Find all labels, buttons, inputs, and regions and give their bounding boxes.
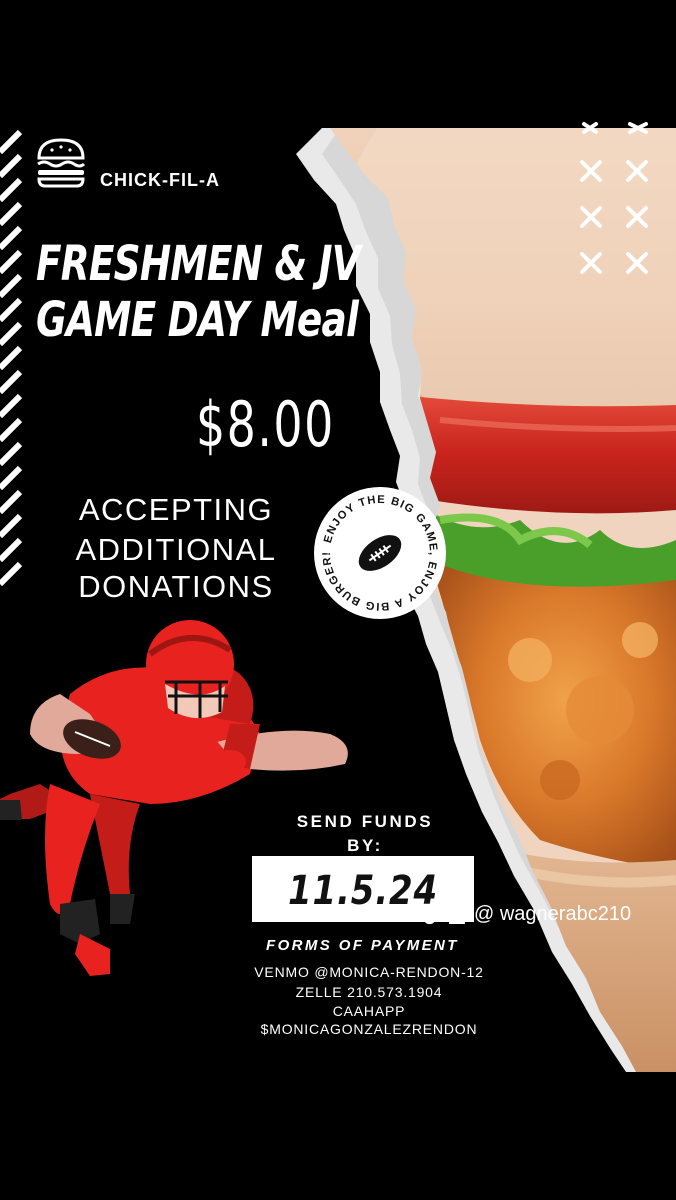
payment-cashapp-handle: $MONICAGONZALEZRENDON — [260, 1021, 478, 1037]
donations-line-2: ADDITIONAL — [75, 532, 277, 567]
user-icon — [449, 906, 465, 924]
send-funds-by-label: BY: — [347, 836, 383, 855]
payment-heading: FORMS OF PAYMENT — [266, 937, 459, 954]
watermark-handle: @ wagnerabc210 — [474, 903, 632, 925]
stripe-decoration — [0, 128, 23, 606]
flyer: CHICK-FIL-A FRESHMEN & JV GAME DAY Meal … — [0, 0, 676, 1200]
send-funds-label: SEND FUNDS — [296, 812, 434, 831]
headline-line-2: GAME DAY Meal — [36, 292, 359, 348]
tiktok-icon — [424, 904, 441, 925]
brand-name: CHICK-FIL-A — [100, 170, 220, 190]
payment-venmo: VENMO @MONICA-RENDON-12 — [254, 964, 484, 980]
headline-line-1: FRESHMEN & JV — [36, 236, 361, 292]
payment-cashapp-label: CAAHAPP — [332, 1003, 406, 1019]
burger-icon — [37, 138, 86, 188]
donations-line-1: ACCEPTING — [78, 492, 274, 527]
circular-badge: ENJOY THE BIG GAME, ENJOY A BIG BURGER! — [314, 487, 446, 619]
payment-zelle: ZELLE 210.573.1904 — [295, 984, 443, 1000]
watermark: @ wagnerabc210 — [422, 900, 670, 930]
donations-line-3: DONATIONS — [78, 569, 274, 604]
price: $8.00 — [196, 388, 335, 461]
football-player-illustration — [0, 620, 348, 976]
